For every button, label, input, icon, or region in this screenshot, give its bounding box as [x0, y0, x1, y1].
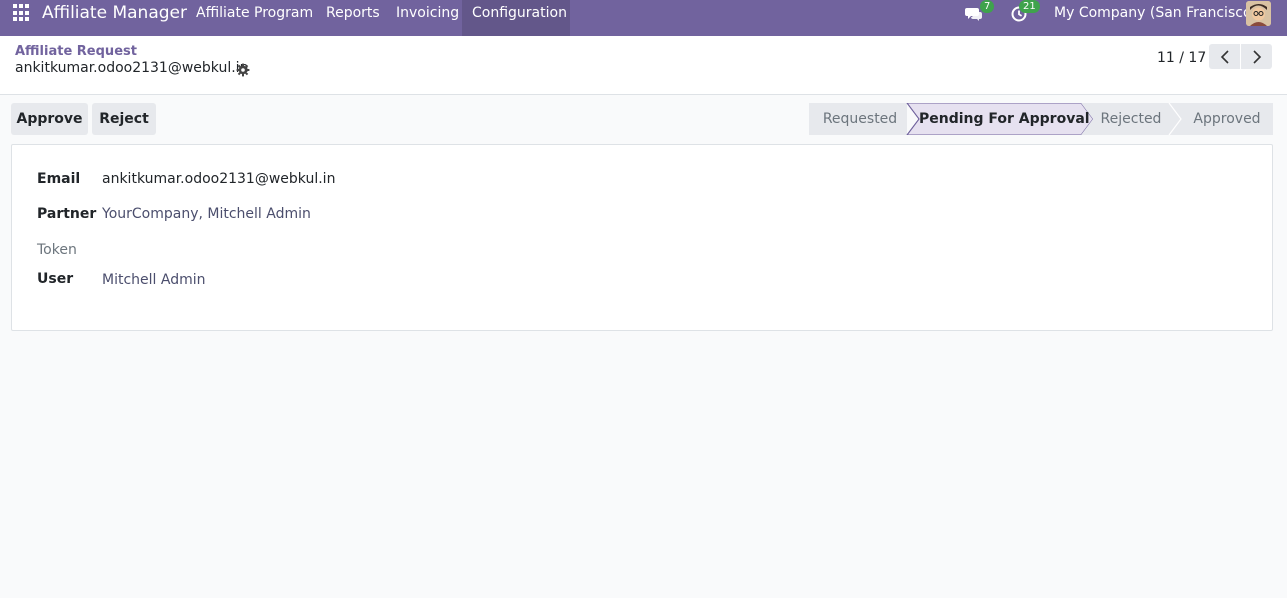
pager-previous-button[interactable]	[1209, 44, 1240, 69]
reject-button[interactable]: Reject	[92, 103, 156, 135]
gear-icon[interactable]	[236, 62, 250, 77]
token-label: Token	[37, 242, 77, 258]
email-field[interactable]: ankitkumar.odoo2131@webkul.in	[102, 171, 335, 187]
partner-label: Partner	[37, 206, 97, 222]
email-label: Email	[37, 171, 81, 187]
chevron-left-icon	[1220, 49, 1229, 64]
control-panel: Affiliate Request ankitkumar.odoo2131@we…	[0, 36, 1287, 95]
user-field[interactable]: Mitchell Admin	[102, 272, 206, 288]
activities-count-badge: 21	[1019, 0, 1040, 13]
messages-count-badge: 7	[980, 0, 995, 13]
menu-invoicing[interactable]: Invoicing	[386, 0, 469, 36]
user-avatar[interactable]	[1246, 1, 1271, 26]
form-sheet: Email ankitkumar.odoo2131@webkul.in Part…	[11, 144, 1273, 331]
menu-reports[interactable]: Reports	[316, 0, 390, 36]
user-label: User	[37, 271, 74, 287]
breadcrumb-parent[interactable]: Affiliate Request	[15, 44, 137, 59]
stage-requested[interactable]: Requested	[809, 103, 911, 135]
pager-value[interactable]: 11 / 17	[1157, 50, 1206, 66]
top-navbar: Affiliate Manager Affiliate Program Repo…	[0, 0, 1287, 36]
stage-rejected[interactable]: Rejected	[1093, 103, 1169, 135]
stage-approved[interactable]: Approved	[1181, 103, 1273, 135]
stage-pending-for-approval[interactable]: Pending For Approval	[919, 103, 1090, 135]
partner-field[interactable]: YourCompany, Mitchell Admin	[102, 206, 311, 222]
menu-configuration[interactable]: Configuration	[462, 0, 570, 36]
apps-menu-icon[interactable]	[13, 4, 31, 22]
breadcrumb-current: ankitkumar.odoo2131@webkul.in	[15, 60, 249, 76]
pager-next-button[interactable]	[1241, 44, 1272, 69]
company-switcher[interactable]: My Company (San Francisco)	[1054, 0, 1257, 26]
app-brand[interactable]: Affiliate Manager	[42, 3, 187, 23]
menu-affiliate-program[interactable]: Affiliate Program	[186, 0, 323, 36]
approve-button[interactable]: Approve	[11, 103, 88, 135]
chevron-right-icon	[1252, 49, 1261, 64]
